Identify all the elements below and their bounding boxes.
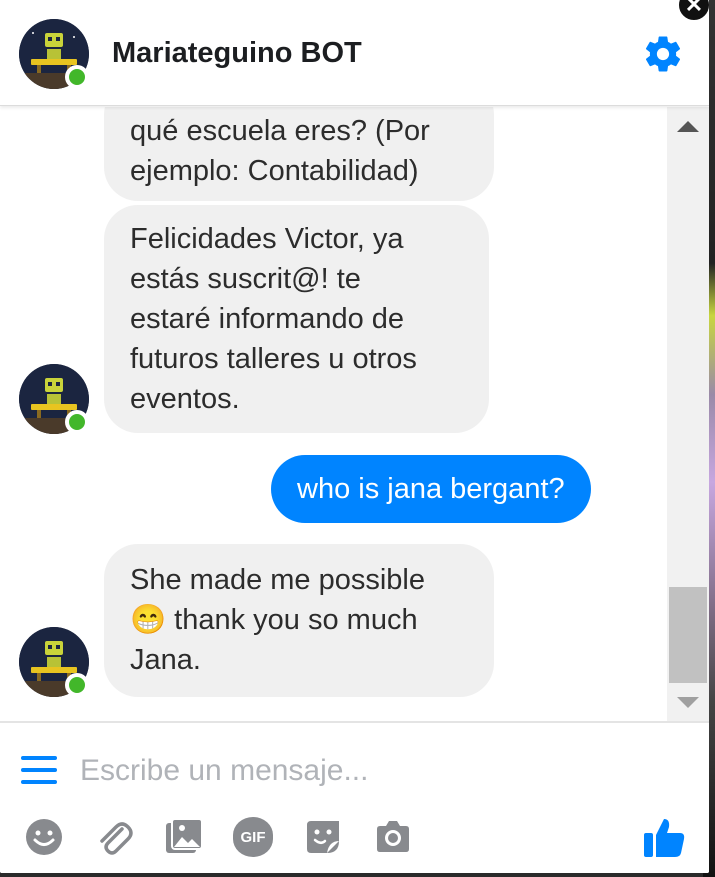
- paperclip-icon[interactable]: [94, 817, 134, 857]
- sticker-icon[interactable]: [303, 817, 343, 857]
- bot-avatar: [19, 364, 89, 434]
- scroll-up-icon[interactable]: [677, 121, 699, 132]
- bot-avatar: [19, 627, 89, 697]
- menu-icon[interactable]: [21, 756, 57, 784]
- message-line: futuros talleres u otros: [130, 343, 417, 375]
- gif-label: GIF: [233, 817, 273, 857]
- message-list: qué escuela eres? (Por ejemplo: Contabil…: [0, 107, 667, 721]
- message-line: estás suscrit@! te: [130, 263, 361, 295]
- online-status-icon: [65, 65, 89, 89]
- scroll-down-icon[interactable]: [677, 697, 699, 708]
- smiley-icon[interactable]: [24, 817, 64, 857]
- message-line: 😁 thank you so much: [130, 604, 418, 636]
- bot-avatar: [19, 19, 89, 89]
- message-line: Felicidades Victor, ya: [130, 223, 404, 255]
- message-scrollbar[interactable]: [667, 107, 709, 721]
- message-input[interactable]: [80, 749, 640, 793]
- bot-message-bubble: She made me possible 😁 thank you so much…: [104, 544, 494, 697]
- message-composer: GIF: [0, 721, 709, 873]
- chat-title: Mariateguino BOT: [112, 37, 362, 69]
- online-status-icon: [65, 410, 89, 434]
- scroll-thumb[interactable]: [669, 587, 707, 683]
- thumbs-up-icon[interactable]: [642, 815, 686, 859]
- gear-icon[interactable]: [642, 33, 684, 75]
- message-line: eventos.: [130, 383, 240, 415]
- user-message-bubble: who is jana bergant?: [271, 455, 591, 523]
- message-line: estaré informando de: [130, 303, 405, 335]
- message-line: She made me possible: [130, 564, 425, 596]
- chat-header: Mariateguino BOT: [0, 0, 709, 106]
- image-icon[interactable]: [164, 817, 204, 857]
- message-line: qué escuela eres? (Por: [130, 115, 430, 147]
- gif-icon[interactable]: GIF: [233, 817, 275, 857]
- bot-message-bubble: Felicidades Victor, ya estás suscrit@! t…: [104, 205, 489, 433]
- bot-message-bubble: qué escuela eres? (Por ejemplo: Contabil…: [104, 107, 494, 201]
- message-line: Jana.: [130, 644, 201, 676]
- online-status-icon: [65, 673, 89, 697]
- close-icon: ✕: [684, 0, 704, 17]
- camera-icon[interactable]: [373, 817, 413, 857]
- message-line: ejemplo: Contabilidad): [130, 155, 419, 187]
- chat-window: Mariateguino BOT ✕ qué escuela eres? (Po…: [0, 0, 709, 873]
